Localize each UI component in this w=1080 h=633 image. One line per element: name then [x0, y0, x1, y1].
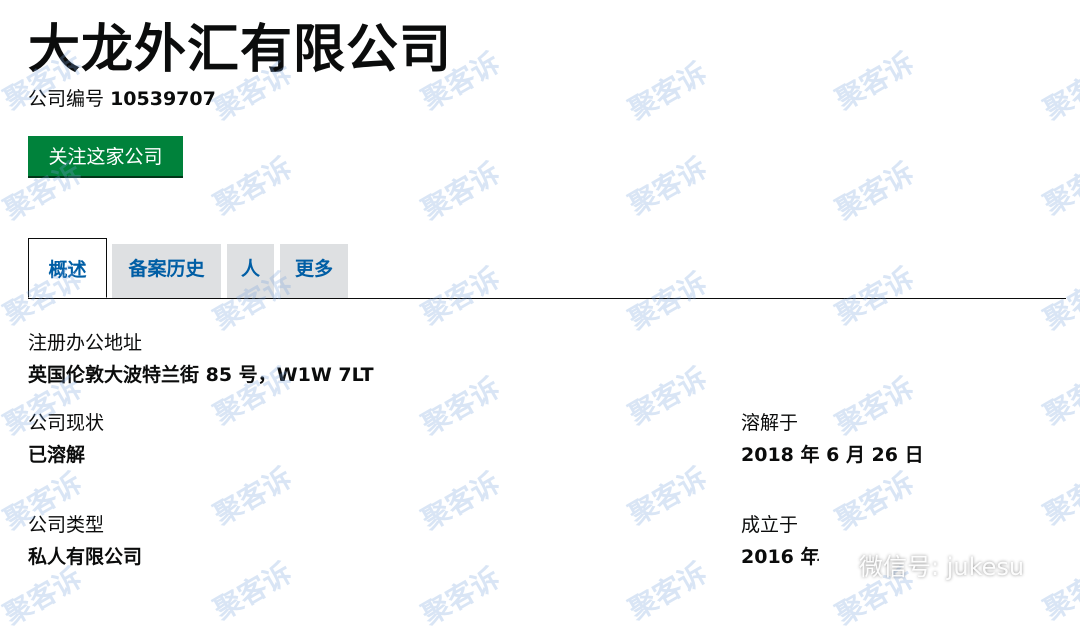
company-number-label: 公司编号 — [28, 88, 105, 110]
watermark-text: 聚客诉 — [1038, 151, 1080, 222]
company-name: 大龙外汇有限公司 — [28, 20, 453, 80]
tab-overview[interactable]: 概述 — [28, 238, 107, 298]
watermark-text: 聚客诉 — [416, 466, 506, 537]
watermark-text: 聚客诉 — [416, 371, 506, 442]
company-number: 公司编号 10539707 — [28, 86, 216, 112]
dissolved-on-value: 2018 年 6 月 26 日 — [741, 444, 924, 466]
watermark-text: 聚客诉 — [623, 56, 713, 127]
tab-filing-history[interactable]: 备案历史 — [112, 244, 221, 298]
watermark-text: 聚客诉 — [1038, 461, 1080, 532]
company-type-value: 私人有限公司 — [28, 546, 143, 568]
watermark-text: 聚客诉 — [623, 461, 713, 532]
watermark-text: 聚客诉 — [208, 461, 298, 532]
watermark-text: 聚客诉 — [208, 556, 298, 627]
company-type-label: 公司类型 — [28, 514, 105, 536]
wechat-watermark: 微信号: jukesu — [815, 546, 1024, 582]
watermark-text: 聚客诉 — [208, 151, 298, 222]
company-number-value: 10539707 — [110, 88, 216, 110]
watermark-text: 聚客诉 — [830, 46, 920, 117]
watermark-text: 聚客诉 — [1038, 361, 1080, 432]
watermark-text: 聚客诉 — [623, 361, 713, 432]
watermark-text: 聚客诉 — [623, 556, 713, 627]
tab-bar: 概述 备案历史 人 更多 — [28, 238, 1066, 299]
tab-more[interactable]: 更多 — [280, 244, 348, 298]
watermark-text: 聚客诉 — [830, 466, 920, 537]
watermark-text: 聚客诉 — [1038, 56, 1080, 127]
watermark-text: 聚客诉 — [830, 371, 920, 442]
watermark-text: 聚客诉 — [416, 561, 506, 632]
watermark-text: 聚客诉 — [1038, 556, 1080, 627]
dissolved-on-label: 溶解于 — [741, 412, 799, 434]
company-status-value: 已溶解 — [28, 444, 86, 466]
follow-company-button[interactable]: 关注这家公司 — [28, 136, 183, 178]
company-status-label: 公司现状 — [28, 412, 105, 434]
registered-office-value: 英国伦敦大波特兰街 85 号，W1W 7LT — [28, 364, 374, 386]
tab-people[interactable]: 人 — [227, 244, 274, 298]
incorporated-on-value: 2016 年 — [741, 546, 820, 568]
wechat-account-text: 微信号: jukesu — [859, 552, 1025, 581]
watermark-text: 聚客诉 — [623, 151, 713, 222]
wechat-icon — [815, 549, 851, 578]
watermark-text: 聚客诉 — [830, 156, 920, 227]
watermark-text: 聚客诉 — [416, 156, 506, 227]
registered-office-label: 注册办公地址 — [28, 332, 143, 354]
incorporated-on-label: 成立于 — [741, 514, 799, 536]
